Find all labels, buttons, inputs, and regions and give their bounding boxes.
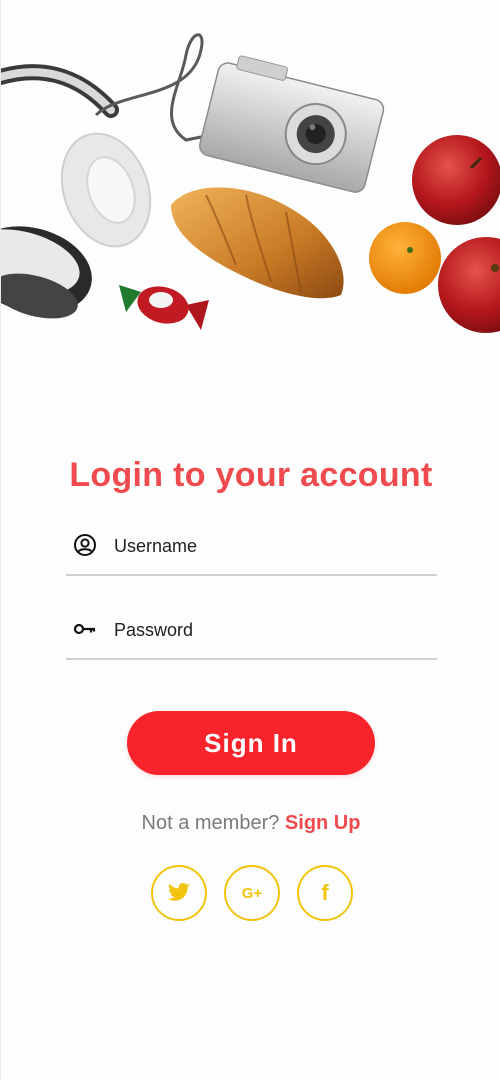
login-title: Login to your account — [69, 456, 433, 494]
key-icon — [73, 623, 96, 635]
signup-prompt: Not a member? Sign Up — [1, 812, 500, 835]
camera-image — [199, 55, 385, 193]
facebook-button[interactable]: f — [297, 865, 353, 921]
orange-image — [369, 222, 441, 294]
sign-up-link[interactable]: Sign Up — [285, 812, 361, 834]
headphones-image — [1, 64, 152, 319]
password-input[interactable] — [114, 614, 414, 646]
user-circle-icon — [74, 534, 96, 556]
google-plus-icon: G+ — [241, 884, 263, 902]
member-prompt-text: Not a member? — [141, 812, 280, 834]
hero-illustration — [1, 0, 500, 380]
candy-image — [119, 285, 209, 330]
password-field — [66, 610, 437, 660]
login-screen: Login to your account Sign In Not a memb… — [0, 0, 500, 1080]
twitter-button[interactable] — [151, 865, 207, 921]
username-field — [66, 526, 437, 576]
facebook-icon: f — [321, 880, 329, 905]
google-plus-button[interactable]: G+ — [224, 865, 280, 921]
twitter-icon — [167, 883, 190, 901]
croissant-image — [171, 187, 344, 299]
sign-in-button[interactable]: Sign In — [127, 711, 375, 775]
username-input[interactable] — [114, 530, 414, 562]
